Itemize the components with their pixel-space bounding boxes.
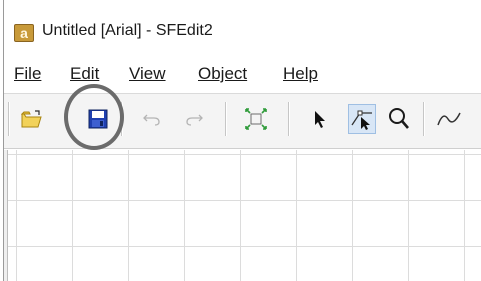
menu-view-label: View xyxy=(129,64,166,83)
curve-tool-button[interactable] xyxy=(435,104,463,134)
arrow-pointer-icon xyxy=(315,111,325,128)
node-select-icon xyxy=(351,110,372,130)
fit-to-window-button[interactable] xyxy=(242,104,270,134)
undo-button[interactable] xyxy=(138,104,166,134)
redo-button[interactable] xyxy=(180,104,208,134)
window-title: Untitled [Arial] - SFEdit2 xyxy=(42,22,213,39)
undo-icon xyxy=(143,114,160,126)
toolbar-separator xyxy=(288,102,290,136)
curve-tool-icon xyxy=(437,112,461,126)
open-folder-icon xyxy=(21,110,42,128)
toolbar-separator xyxy=(225,102,227,136)
menu-help-label: Help xyxy=(283,64,318,83)
menu-help[interactable]: Help xyxy=(283,64,318,84)
node-select-tool-button[interactable] xyxy=(348,104,376,134)
fit-to-window-icon xyxy=(245,108,267,130)
toolbar xyxy=(4,93,481,149)
title-bar[interactable]: a Untitled [Arial] - SFEdit2 xyxy=(4,0,481,56)
menu-file-label: File xyxy=(14,64,42,83)
menu-object-label: Object xyxy=(198,64,248,83)
redo-icon xyxy=(186,114,203,126)
menu-edit[interactable]: Edit xyxy=(70,64,99,84)
save-button[interactable] xyxy=(84,104,112,134)
glyph-edit-canvas[interactable] xyxy=(8,150,481,281)
toolbar-separator xyxy=(121,102,123,136)
open-button[interactable] xyxy=(18,104,46,134)
menu-view[interactable]: View xyxy=(129,64,166,84)
select-tool-button[interactable] xyxy=(306,104,334,134)
save-disk-icon xyxy=(88,109,108,129)
magnifier-icon xyxy=(389,108,409,129)
toolbar-separator xyxy=(423,102,425,136)
zoom-tool-button[interactable] xyxy=(385,104,413,134)
menu-object[interactable]: Object xyxy=(198,64,247,84)
app-window: a Untitled [Arial] - SFEdit2 File Edit V… xyxy=(3,0,481,281)
menu-file[interactable]: File xyxy=(14,64,41,84)
toolbar-grip xyxy=(8,102,10,136)
menu-edit-label: Edit xyxy=(70,64,100,83)
app-icon: a xyxy=(14,24,34,42)
menu-bar: File Edit View Object Help xyxy=(4,62,481,88)
